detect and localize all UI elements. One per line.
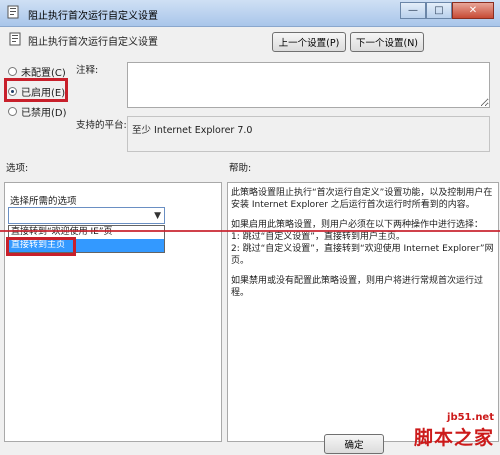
annotation-line [0,230,500,232]
window-title: 阻止执行首次运行自定义设置 [28,11,158,22]
radio-label: 未配置(C) [21,68,66,79]
maximize-icon[interactable]: □ [426,2,452,19]
watermark-url: jb51.net [447,412,494,423]
policy-icon [7,5,19,19]
comment-field[interactable] [127,62,490,108]
title-bar: 阻止执行首次运行自定义设置 — □ ✕ [0,0,500,27]
platform-label: 支持的平台: [76,120,127,131]
window-controls: — □ ✕ [400,2,494,19]
setting-icon [9,32,21,46]
help-paragraph: 此策略设置阻止执行“首次运行自定义”设置功能，以及控制用户在安装 Interne… [231,188,493,210]
help-paragraph: 如果启用此策略设置，则用户必须在以下两种操作中进行选择： 1: 跳过“自定义设置… [231,220,494,266]
platform-value: 至少 Internet Explorer 7.0 [127,116,490,152]
radio-disabled[interactable]: 已禁用(D) [8,104,67,119]
radio-not-configured[interactable]: 未配置(C) [8,64,66,79]
radio-label: 已禁用(D) [21,108,67,119]
ok-button[interactable]: 确定 [324,434,384,454]
chevron-down-icon[interactable]: ▼ [154,211,161,221]
radio-circle[interactable] [8,107,17,116]
watermark: jb51.net 脚本之家 [414,412,494,450]
previous-setting-button[interactable]: 上一个设置(P) [272,32,346,52]
annotation-highlight [6,237,76,256]
help-paragraph: 如果禁用或没有配置此策略设置，则用户将进行常规首次运行过程。 [231,276,484,298]
radio-circle[interactable] [8,67,17,76]
minimize-icon[interactable]: — [400,2,426,19]
watermark-text: 脚本之家 [413,427,494,449]
option-dropdown[interactable]: ▼ [8,207,165,224]
annotation-highlight [4,78,68,102]
select-prompt: 选择所需的选项 [10,196,77,207]
next-setting-button[interactable]: 下一个设置(N) [350,32,424,52]
help-label: 帮助: [229,163,252,174]
options-label: 选项: [6,163,29,174]
close-icon[interactable]: ✕ [452,2,494,19]
setting-title: 阻止执行首次运行自定义设置 [28,37,158,48]
help-panel: 此策略设置阻止执行“首次运行自定义”设置功能，以及控制用户在安装 Interne… [227,182,499,442]
comment-label: 注释: [76,65,99,76]
